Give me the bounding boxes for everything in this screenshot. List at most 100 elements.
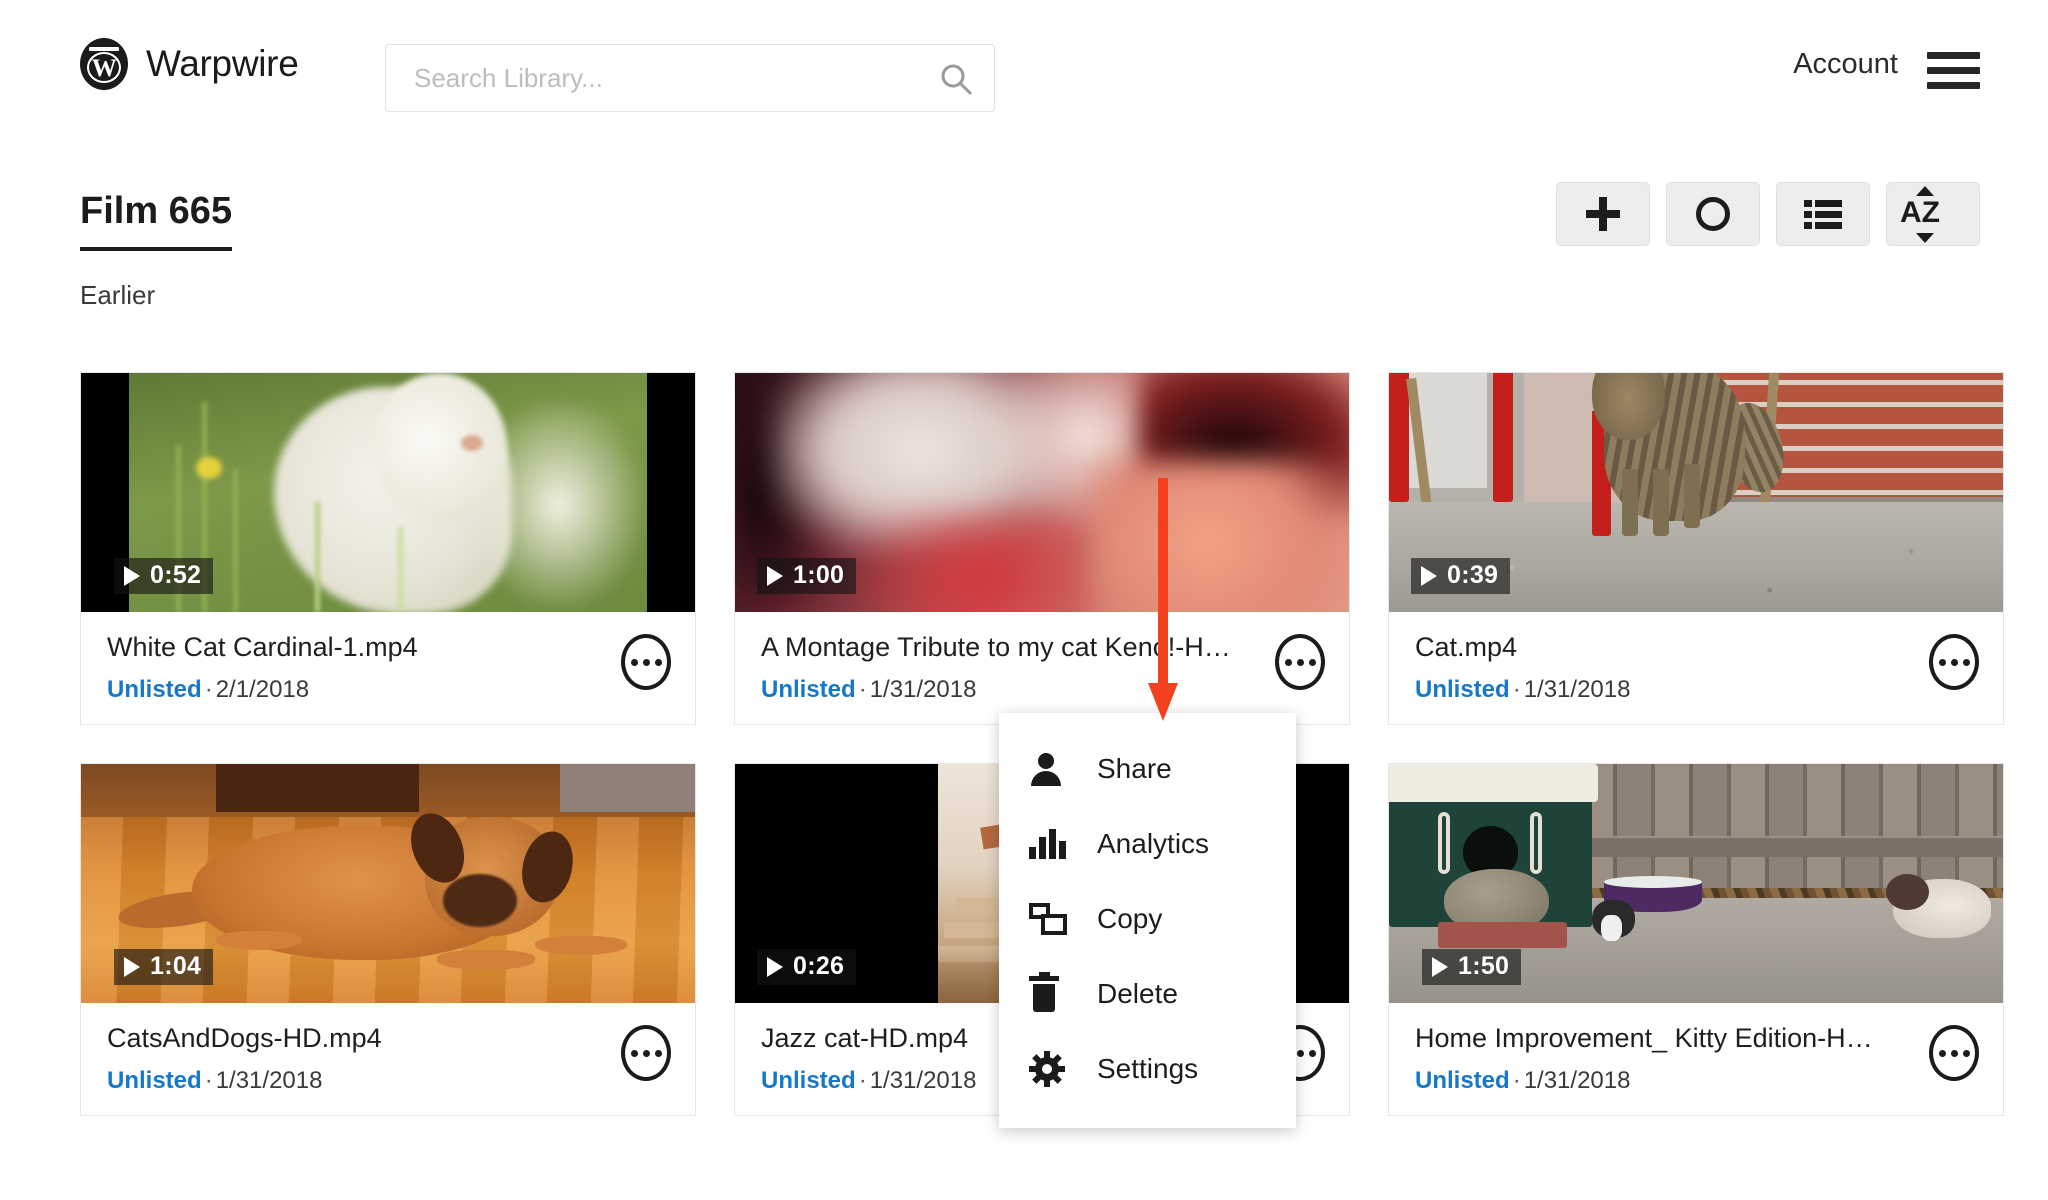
copy-icon [1029,902,1081,935]
media-date: 1/31/2018 [1523,676,1631,703]
search-icon[interactable] [940,63,972,95]
sort-button[interactable]: AZ [1886,182,1980,246]
visibility-badge: Unlisted [1415,1067,1510,1094]
media-subtitle: Unlisted · 1/31/2018 [761,676,1321,704]
media-meta: White Cat Cardinal-1.mp4 Unlisted · 2/1/20… [81,612,695,724]
media-subtitle: Unlisted · 2/1/2018 [107,676,667,704]
account-menu[interactable]: Account [1793,48,1898,81]
app-header: W Warpwire Account [0,0,2048,126]
duration-text: 0:26 [793,952,845,980]
page-title: Film 665 [80,190,233,251]
visibility-badge: Unlisted [761,1067,856,1094]
media-options-button[interactable] [621,1025,671,1081]
media-thumbnail[interactable]: 0:52 [81,373,695,612]
media-title[interactable]: Home Improvement_ Kitty Edition-H… [1415,1023,1905,1054]
duration-badge: 1:00 [757,558,857,594]
context-menu-item-settings[interactable]: Settings [999,1031,1296,1106]
play-icon [124,956,140,977]
context-menu-label: Analytics [1097,827,1210,859]
duration-text: 0:39 [1447,561,1499,589]
media-meta: Home Improvement_ Kitty Edition-H… Unlis… [1389,1003,2003,1115]
search-bar[interactable] [385,44,995,112]
media-subtitle: Unlisted · 1/31/2018 [1415,1067,1975,1095]
context-menu-item-copy[interactable]: Copy [999,881,1296,956]
context-menu-item-share[interactable]: Share [999,731,1296,806]
app-root: W Warpwire Account Film 665 Earlier [0,0,2048,1200]
duration-badge: 1:50 [1422,949,1522,985]
separator: · [204,676,213,703]
visibility-badge: Unlisted [107,1067,202,1094]
media-options-button[interactable] [1275,634,1325,690]
play-icon [1421,565,1437,586]
media-date: 1/31/2018 [1523,1067,1631,1094]
gear-icon [1029,1050,1081,1087]
media-card[interactable]: 1:50 Home Improvement_ Kitty Edition-H… … [1388,763,2004,1116]
media-thumbnail[interactable]: 0:39 [1389,373,2003,612]
media-title[interactable]: CatsAndDogs-HD.mp4 [107,1023,597,1054]
media-thumbnail[interactable]: 1:50 [1389,764,2003,1003]
context-menu-label: Delete [1097,977,1178,1009]
duration-text: 1:04 [150,952,202,980]
media-subtitle: Unlisted · 1/31/2018 [107,1067,667,1095]
context-menu-item-delete[interactable]: Delete [999,956,1296,1031]
trash-icon [1029,971,1081,1012]
separator: · [204,1067,213,1094]
media-card[interactable]: 0:39 Cat.mp4 Unlisted · 1/31/2018 [1388,372,2004,725]
visibility-badge: Unlisted [107,676,202,703]
media-options-button[interactable] [1929,1025,1979,1081]
duration-text: 1:50 [1458,952,1510,980]
media-date: 2/1/2018 [215,676,310,703]
media-options-button[interactable] [621,634,671,690]
brand-name: Warpwire [146,43,299,84]
plus-icon [1586,197,1620,231]
warpwire-logo-icon: W [80,38,128,90]
play-icon [767,565,783,586]
media-options-button[interactable] [1929,634,1979,690]
context-menu-label: Share [1097,752,1172,784]
media-title[interactable]: Cat.mp4 [1415,632,1905,663]
media-context-menu: Share Analytics Copy Delete Settings [999,713,1296,1128]
record-button[interactable] [1666,182,1760,246]
media-card[interactable]: 0:52 White Cat Cardinal-1.mp4 Unlisted · 2… [80,372,696,725]
separator: · [858,1067,867,1094]
duration-badge: 0:52 [114,558,214,594]
context-menu-item-analytics[interactable]: Analytics [999,806,1296,881]
search-input[interactable] [414,45,904,111]
sort-letters: AZ [1900,196,1940,229]
context-menu-label: Copy [1097,902,1163,934]
visibility-badge: Unlisted [761,676,856,703]
media-meta: CatsAndDogs-HD.mp4 Unlisted · 1/31/2018 [81,1003,695,1115]
visibility-badge: Unlisted [1415,676,1510,703]
media-thumbnail[interactable]: 1:04 [81,764,695,1003]
circle-icon [1696,197,1730,231]
media-meta: Cat.mp4 Unlisted · 1/31/2018 [1389,612,2003,724]
brand-logo[interactable]: W Warpwire [80,38,299,90]
list-icon [1804,200,1842,229]
separator: · [1512,1067,1521,1094]
media-title[interactable]: White Cat Cardinal-1.mp4 [107,632,597,663]
duration-text: 0:52 [150,561,202,589]
play-icon [124,565,140,586]
play-icon [1432,956,1448,977]
duration-badge: 0:39 [1411,558,1511,594]
media-date: 1/31/2018 [215,1067,323,1094]
person-icon [1029,752,1081,786]
list-view-button[interactable] [1776,182,1870,246]
media-meta: A Montage Tribute to my cat Keno!-H… Unl… [735,612,1349,724]
play-icon [767,956,783,977]
media-date: 1/31/2018 [869,676,977,703]
media-subtitle: Unlisted · 1/31/2018 [1415,676,1975,704]
media-card[interactable]: 1:00 A Montage Tribute to my cat Keno!-H… [734,372,1350,725]
media-title[interactable]: A Montage Tribute to my cat Keno!-H… [761,632,1251,663]
media-date: 1/31/2018 [869,1067,977,1094]
add-media-button[interactable] [1556,182,1650,246]
duration-badge: 0:26 [757,949,857,985]
media-card[interactable]: 1:04 CatsAndDogs-HD.mp4 Unlisted · 1/31/20… [80,763,696,1116]
view-toolbar: AZ [1556,182,1980,246]
hamburger-menu-icon[interactable] [1927,52,1980,90]
context-menu-label: Settings [1097,1052,1199,1084]
bar-chart-icon [1029,828,1081,859]
media-thumbnail[interactable]: 1:00 [735,373,1349,612]
separator: · [858,676,867,703]
separator: · [1512,676,1521,703]
